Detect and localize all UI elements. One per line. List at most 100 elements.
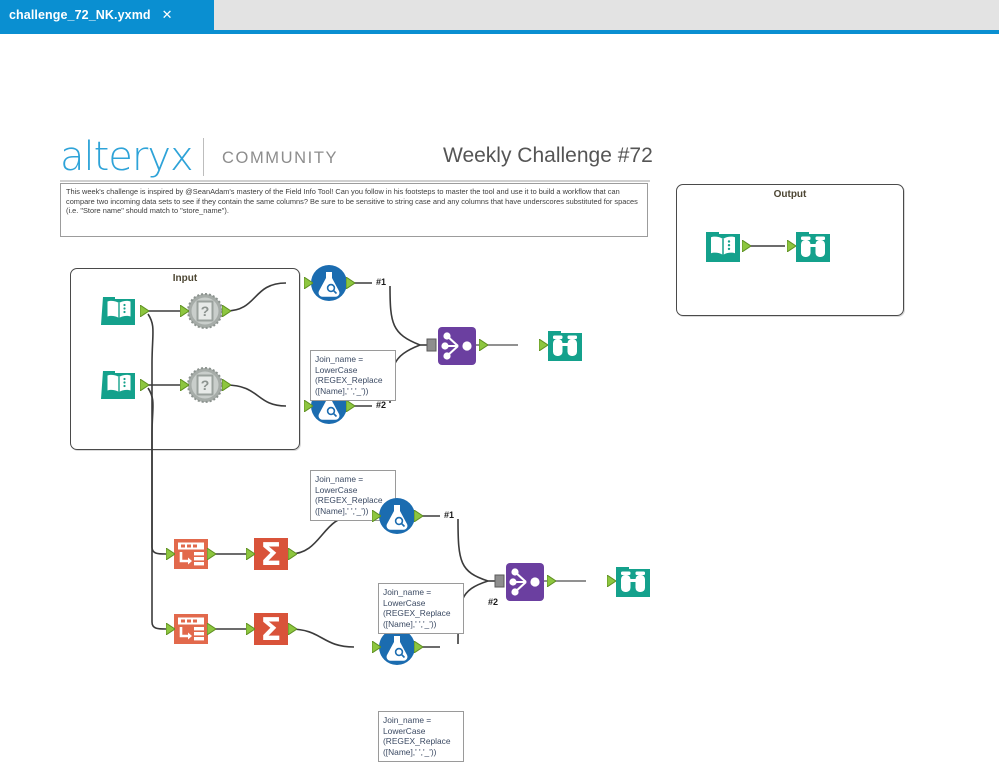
- tool-field-info-1[interactable]: ?: [186, 292, 224, 330]
- connection-label-join1-in1: #1: [376, 277, 387, 287]
- tool-field-info-2[interactable]: ?: [186, 366, 224, 404]
- tool-browse-3[interactable]: [793, 227, 831, 265]
- annotation-line-3: (REGEX_Replace: [315, 375, 383, 385]
- summarize-2-output-anchor[interactable]: [288, 623, 297, 635]
- tool-join-multiple-1[interactable]: [437, 326, 476, 365]
- tool-browse-2[interactable]: [613, 562, 651, 600]
- annotation-line-1: Join_name =: [315, 354, 364, 364]
- tool-input-data-1[interactable]: [100, 292, 138, 330]
- summarize-1-input-anchor[interactable]: [246, 548, 255, 560]
- annotation-line-2: LowerCase: [383, 597, 426, 608]
- input-data-icon: [101, 371, 135, 399]
- tab-bar: challenge_72_NK.yxmd ✕: [0, 0, 999, 34]
- tool-input-data-3[interactable]: [703, 227, 741, 265]
- transpose-icon: [174, 539, 208, 569]
- join-2-input-anchor: [494, 574, 505, 588]
- join-multiple-icon: [438, 327, 476, 365]
- annotation-formula-3: Join_name = LowerCase (REGEX_Replace ([N…: [378, 583, 464, 634]
- browse-2-input-anchor[interactable]: [607, 575, 616, 587]
- browse-icon: [548, 331, 582, 361]
- svg-text:?: ?: [201, 303, 210, 319]
- annotation-line-4: ([Name],' ','_')): [315, 385, 369, 396]
- transpose-2-input-anchor[interactable]: [166, 623, 175, 635]
- logo-divider: [203, 138, 204, 176]
- tool-container-output-label: Output: [773, 189, 807, 200]
- close-icon[interactable]: ✕: [162, 7, 173, 23]
- annotation-line-4: ([Name],' ','_')): [383, 618, 437, 629]
- join-multiple-icon: [506, 563, 544, 601]
- annotation-line-4: ([Name],' ','_')): [383, 746, 437, 757]
- field-info-icon: ?: [187, 367, 223, 403]
- browse-1-input-anchor[interactable]: [539, 339, 548, 351]
- formula-icon: [311, 265, 347, 301]
- document-tab-label: challenge_72_NK.yxmd: [9, 8, 151, 22]
- tool-transpose-1[interactable]: [172, 535, 210, 573]
- field-info-2-input-anchor[interactable]: [180, 379, 189, 391]
- annotation-formula-1: Join_name = LowerCase (REGEX_Replace ([N…: [310, 350, 396, 401]
- input-data-2-output-anchor[interactable]: [140, 379, 149, 391]
- tool-formula-3[interactable]: [378, 497, 416, 535]
- annotation-line-3: (REGEX_Replace: [383, 736, 451, 746]
- field-info-2-output-anchor[interactable]: [222, 379, 231, 391]
- annotation-line-1: Join_name =: [383, 715, 432, 725]
- annotation-line-2: LowerCase: [315, 484, 358, 495]
- workflow-canvas[interactable]: alteryx COMMUNITY Weekly Challenge #72 T…: [0, 34, 999, 780]
- summarize-icon: Σ: [254, 612, 288, 648]
- field-info-icon: ?: [187, 293, 223, 329]
- annotation-line-1: Join_name =: [383, 587, 432, 597]
- browse-icon: [616, 567, 650, 597]
- formula-2-output-anchor[interactable]: [346, 400, 355, 412]
- community-label: COMMUNITY: [222, 149, 339, 167]
- connection-label-join2-in2: #2: [488, 597, 499, 607]
- tool-browse-1[interactable]: [545, 326, 583, 364]
- annotation-line-3: (REGEX_Replace: [383, 608, 451, 618]
- header-rule: [60, 180, 650, 182]
- connection-label-join1-in2: #2: [376, 400, 387, 410]
- tool-transpose-2[interactable]: [172, 610, 210, 648]
- input-data-1-output-anchor[interactable]: [140, 305, 149, 317]
- transpose-icon: [174, 614, 208, 644]
- alteryx-logo: alteryx: [60, 134, 194, 180]
- transpose-1-input-anchor[interactable]: [166, 548, 175, 560]
- tool-formula-1[interactable]: [310, 264, 348, 302]
- formula-1-output-anchor[interactable]: [346, 277, 355, 289]
- annotation-formula-4: Join_name = LowerCase (REGEX_Replace ([N…: [378, 711, 464, 762]
- tool-container-input-label: Input: [172, 273, 198, 284]
- tool-summarize-1[interactable]: Σ: [252, 535, 290, 573]
- summarize-icon: Σ: [254, 537, 288, 573]
- svg-text:Σ: Σ: [260, 537, 281, 573]
- annotation-line-2: LowerCase: [315, 364, 358, 375]
- join-2-output-anchor[interactable]: [547, 575, 556, 587]
- browse-3-input-anchor[interactable]: [787, 240, 796, 252]
- annotation-line-2: LowerCase: [383, 725, 426, 736]
- formula-4-output-anchor[interactable]: [414, 641, 423, 653]
- svg-text:Σ: Σ: [260, 612, 281, 648]
- field-info-1-input-anchor[interactable]: [180, 305, 189, 317]
- summarize-2-input-anchor[interactable]: [246, 623, 255, 635]
- page-title: Weekly Challenge #72: [443, 144, 653, 167]
- browse-icon: [796, 232, 830, 262]
- tool-join-multiple-2[interactable]: [505, 562, 544, 601]
- formula-1-input-anchor[interactable]: [304, 277, 313, 289]
- transpose-1-output-anchor[interactable]: [207, 548, 216, 560]
- transpose-2-output-anchor[interactable]: [207, 623, 216, 635]
- document-tab[interactable]: challenge_72_NK.yxmd ✕: [0, 0, 214, 30]
- formula-4-input-anchor[interactable]: [372, 641, 381, 653]
- challenge-description-text: This week's challenge is inspired by @Se…: [66, 187, 638, 216]
- input-data-icon: [706, 232, 740, 262]
- alteryx-logo-text: alteryx: [60, 134, 194, 180]
- formula-3-input-anchor[interactable]: [372, 510, 381, 522]
- join-1-output-anchor[interactable]: [479, 339, 488, 351]
- formula-icon: [379, 498, 415, 534]
- tool-input-data-2[interactable]: [100, 366, 138, 404]
- input-data-icon: [101, 297, 135, 325]
- annotation-line-1: Join_name =: [315, 474, 364, 484]
- formula-2-input-anchor[interactable]: [304, 400, 313, 412]
- svg-text:?: ?: [201, 377, 210, 393]
- formula-3-output-anchor[interactable]: [414, 510, 423, 522]
- input-data-3-output-anchor[interactable]: [742, 240, 751, 252]
- tool-summarize-2[interactable]: Σ: [252, 610, 290, 648]
- summarize-1-output-anchor[interactable]: [288, 548, 297, 560]
- challenge-description: This week's challenge is inspired by @Se…: [60, 183, 648, 237]
- field-info-1-output-anchor[interactable]: [222, 305, 231, 317]
